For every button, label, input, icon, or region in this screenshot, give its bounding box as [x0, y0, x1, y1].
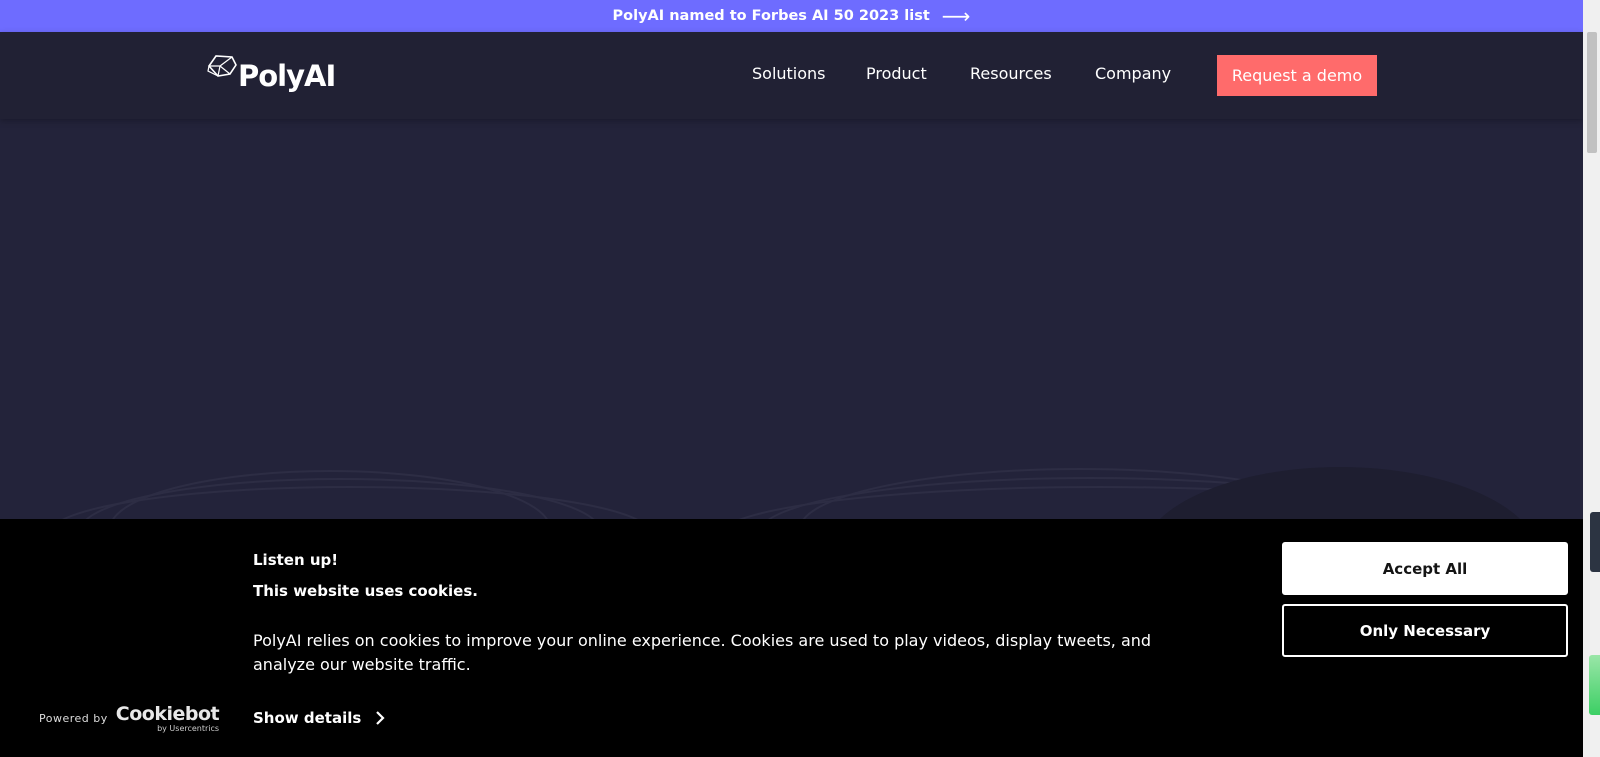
cookiebot-attribution[interactable]: Powered by Cookiebot by Usercentrics — [39, 703, 220, 733]
nav-resources[interactable]: Resources — [970, 64, 1052, 83]
cookiebot-logo: Cookiebot by Usercentrics — [115, 703, 220, 733]
cookie-heading: Listen up! — [253, 551, 339, 569]
site-header: PolyAI Solutions Product Resources Compa… — [0, 32, 1583, 119]
logo-wordmark: PolyAI — [238, 59, 336, 93]
request-demo-button[interactable]: Request a demo — [1217, 55, 1377, 96]
cookie-banner: Listen up! This website uses cookies. Po… — [0, 519, 1583, 757]
announcement-text: PolyAI named to Forbes AI 50 2023 list — [612, 8, 930, 24]
hero-section — [0, 119, 1583, 519]
nav-product[interactable]: Product — [866, 64, 927, 83]
accept-all-button[interactable]: Accept All — [1282, 542, 1568, 595]
side-widget-handle[interactable] — [1590, 512, 1600, 572]
nav-solutions[interactable]: Solutions — [752, 64, 826, 83]
show-details-link[interactable]: Show details — [253, 709, 385, 727]
polyai-logo[interactable]: PolyAI — [206, 54, 336, 98]
side-status-indicator[interactable] — [1589, 655, 1600, 715]
polyai-polyhedron-icon — [207, 55, 237, 77]
announcement-bar[interactable]: PolyAI named to Forbes AI 50 2023 list ⟶ — [0, 0, 1583, 32]
cookie-description: PolyAI relies on cookies to improve your… — [253, 631, 1152, 674]
powered-by-label: Powered by — [39, 712, 108, 725]
scrollbar-thumb[interactable] — [1587, 32, 1597, 153]
cookiebot-sub-label: by Usercentrics — [157, 724, 220, 733]
cookiebot-wordmark: Cookiebot — [115, 703, 220, 725]
only-necessary-button[interactable]: Only Necessary — [1282, 604, 1568, 657]
arrow-right-icon: ⟶ — [941, 4, 971, 28]
show-details-label: Show details — [253, 709, 362, 727]
chevron-right-icon — [376, 711, 385, 725]
nav-company[interactable]: Company — [1095, 64, 1171, 83]
decorative-wave-lines — [62, 467, 1521, 519]
cookie-subheading: This website uses cookies. — [253, 582, 478, 600]
